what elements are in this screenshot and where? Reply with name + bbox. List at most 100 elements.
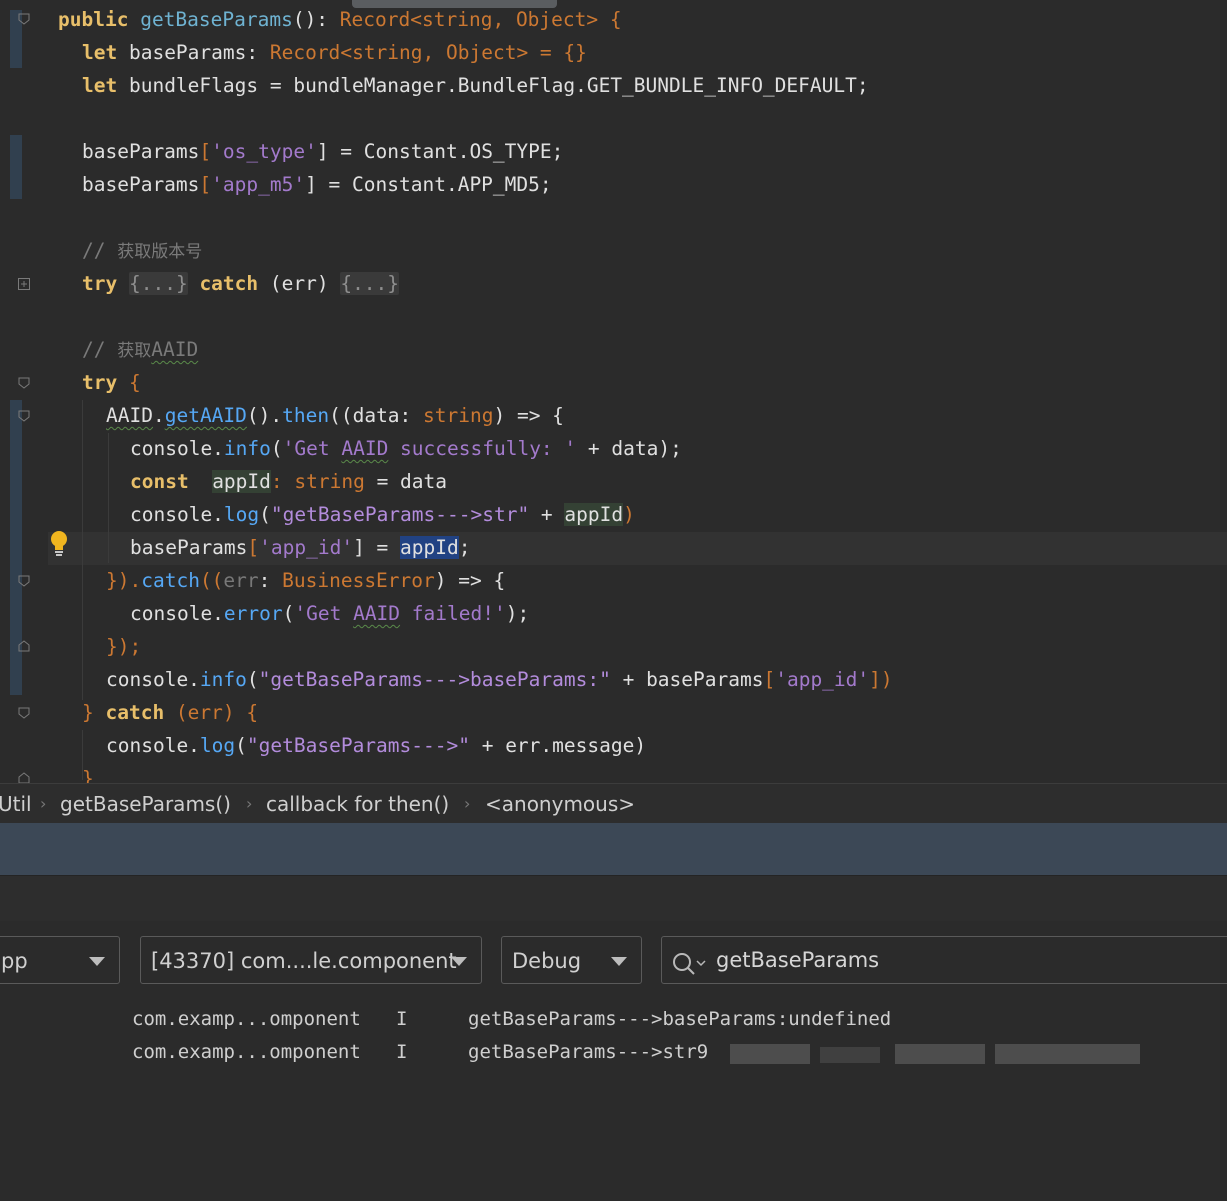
expand-marker-icon[interactable] (18, 278, 30, 290)
indent-guide (108, 433, 109, 563)
code-text: : (270, 470, 295, 493)
code-text: ); (505, 602, 530, 625)
folded-block[interactable]: {...} (128, 272, 188, 295)
code-text: console. (106, 734, 200, 757)
type-name: string (352, 41, 423, 64)
chevron-right-icon: › (40, 794, 47, 813)
breadcrumb-item-callback[interactable]: callback for then() (266, 784, 449, 824)
code-line-15[interactable]: const appId: string = data (130, 465, 447, 498)
code-text: ]) (869, 668, 893, 691)
code-line-8[interactable]: // 获取版本号 (82, 234, 202, 267)
redaction-mark (895, 1044, 985, 1064)
folded-block[interactable]: {...} (340, 272, 400, 295)
code-line-9[interactable]: try {...} catch (err) {...} (82, 267, 400, 300)
code-text: [ (199, 140, 212, 163)
code-line-18[interactable]: }).catch((err: BusinessError) => { (106, 564, 505, 597)
method-name: getAAID (164, 404, 247, 427)
code-text: { (117, 371, 141, 394)
code-text: }); (106, 635, 142, 658)
log-level-selector[interactable]: Debug (501, 936, 642, 984)
code-line-5[interactable]: baseParams['os_type'] = Constant.OS_TYPE… (82, 135, 563, 168)
code-text: > = {} (516, 41, 587, 64)
code-text: ; (458, 536, 471, 559)
string-literal: "getBaseParams--->str" (270, 503, 530, 526)
vcs-change-marker[interactable] (10, 135, 22, 199)
code-line-23[interactable]: console.log("getBaseParams--->" + err.me… (106, 729, 646, 762)
code-editor[interactable]: public getBaseParams(): Record<string, O… (0, 0, 1227, 783)
lightbulb-icon[interactable] (50, 530, 68, 556)
breadcrumb-item-anonymous[interactable]: <anonymous> (485, 784, 635, 824)
string-literal: AAID (353, 602, 401, 625)
keyword: try (82, 272, 118, 295)
code-line-2[interactable]: let baseParams: Record<string, Object> =… (82, 36, 587, 69)
code-text: bundleFlags = bundleManager.BundleFlag.G… (117, 74, 869, 97)
logcat-output[interactable]: com.examp...omponent I getBaseParams--->… (0, 1003, 1227, 1083)
code-text: ( (270, 437, 283, 460)
fold-marker-icon[interactable] (18, 410, 30, 422)
log-search-input[interactable]: getBaseParams (661, 936, 1227, 984)
code-line-16[interactable]: console.log("getBaseParams--->str" + app… (130, 498, 635, 531)
code-line-21[interactable]: console.info("getBaseParams--->baseParam… (106, 663, 893, 696)
code-text: : (258, 569, 283, 592)
type-name: string (423, 404, 494, 427)
code-text: ] = Constant.APP_MD5; (305, 173, 552, 196)
type-name: Record (269, 41, 341, 64)
string-literal: 'app_id' (775, 668, 870, 691)
code-text: (err) { (164, 701, 259, 724)
comment: 获取版本号 (117, 242, 203, 262)
code-text: err (223, 569, 259, 592)
code-line-24[interactable]: } (82, 762, 94, 783)
code-text: ( (235, 734, 247, 757)
code-line-13[interactable]: AAID.getAAID().then((data: string) => { (106, 399, 564, 432)
breadcrumb-item-getbaseparams[interactable]: getBaseParams() (60, 784, 231, 824)
redaction-mark (820, 1047, 880, 1063)
code-text: + baseParams (610, 668, 764, 691)
type-name: string (422, 8, 493, 31)
log-row[interactable]: com.examp...omponent I getBaseParams--->… (0, 1036, 708, 1069)
code-line-19[interactable]: console.error('Get AAID failed!'); (130, 597, 529, 630)
chevron-down-icon (89, 957, 105, 966)
fold-end-icon[interactable] (18, 772, 30, 783)
search-icon[interactable] (672, 948, 706, 994)
code-line-14[interactable]: console.info('Get AAID successfully: ' +… (130, 432, 682, 465)
code-text: + err.message) (469, 734, 647, 757)
code-text: . (152, 404, 165, 427)
method-name: log (199, 734, 236, 757)
log-package: com.examp...omponent (132, 1008, 361, 1030)
breadcrumb-item-util[interactable]: Util (0, 784, 32, 824)
chevron-down-icon (451, 957, 467, 966)
code-text: ) => { (493, 404, 564, 427)
fold-marker-icon[interactable] (18, 13, 30, 25)
process-selector[interactable]: [43370] com....le.component (140, 936, 482, 984)
fold-marker-icon[interactable] (18, 377, 30, 389)
comment: // (82, 338, 118, 361)
fold-marker-icon[interactable] (18, 707, 30, 719)
code-line-22[interactable]: } catch (err) { (82, 696, 258, 729)
fold-end-icon[interactable] (18, 640, 30, 652)
keyword: public (58, 8, 129, 31)
string-literal: "getBaseParams--->" (246, 734, 470, 757)
code-line-20[interactable]: }); (106, 630, 141, 663)
code-text: < (410, 8, 422, 31)
chevron-right-icon: › (464, 794, 471, 813)
code-line-6[interactable]: baseParams['app_m5'] = Constant.APP_MD5; (82, 168, 552, 201)
code-text: AAID (106, 404, 153, 427)
code-text: ] = (353, 536, 401, 559)
code-text: baseParams (82, 173, 200, 196)
code-line-1[interactable]: public getBaseParams(): Record<string, O… (58, 3, 622, 36)
selected-identifier[interactable]: appId (400, 536, 459, 559)
tool-window-header (0, 823, 1227, 875)
variable-usage-highlight: appId (212, 470, 271, 493)
code-line-3[interactable]: let bundleFlags = bundleManager.BundleFl… (82, 69, 869, 102)
code-line-17[interactable]: baseParams['app_id'] = appId; (130, 531, 471, 564)
keyword: try (82, 371, 118, 394)
method-name: error (223, 602, 283, 625)
code-line-12[interactable]: try { (82, 366, 141, 399)
fold-marker-icon[interactable] (18, 575, 30, 587)
log-row[interactable]: com.examp...omponent I getBaseParams--->… (0, 1003, 891, 1036)
device-selector[interactable]: pp (0, 936, 120, 984)
code-line-11[interactable]: // 获取AAID (82, 333, 198, 366)
string-literal: "getBaseParams--->baseParams:" (258, 668, 611, 691)
function-name: getBaseParams (140, 8, 293, 31)
